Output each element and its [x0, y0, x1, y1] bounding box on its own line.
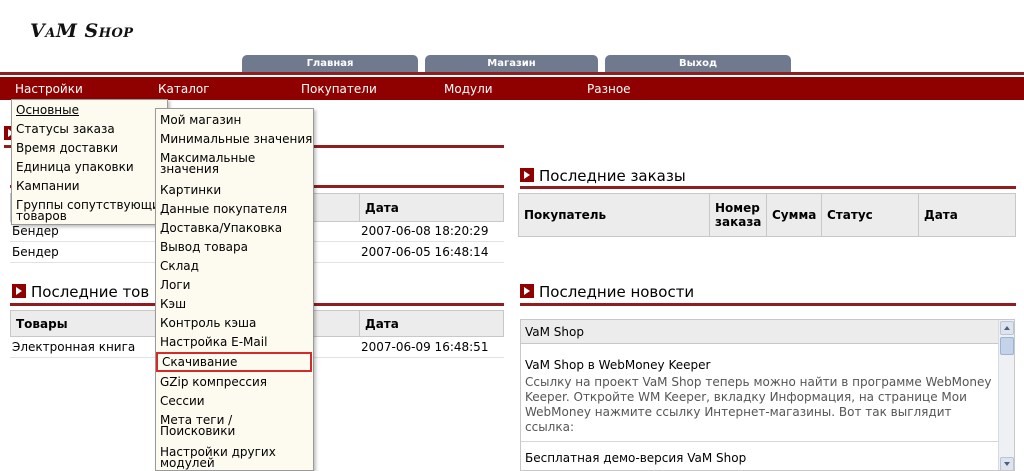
- orders-table-header: Покупатель Номер заказа Сумма Статус Дат…: [518, 193, 1016, 237]
- arrow-icon: [520, 284, 534, 298]
- news-item-text: Ссылку на проект VaM Shop теперь можно н…: [525, 375, 992, 434]
- catalog-dropdown: Мой магазин Минимальные значения Максима…: [155, 108, 314, 471]
- dropdown-item-downloads[interactable]: Скачивание: [156, 352, 312, 372]
- section-last-news: Последние новости: [520, 282, 694, 302]
- dropdown-item-my-shop[interactable]: Мой магазин: [156, 114, 241, 126]
- section-last-orders: Последние заказы: [520, 166, 686, 186]
- dropdown-item-customer-data[interactable]: Данные покупателя: [156, 203, 287, 215]
- tab-shop[interactable]: Магазин: [425, 55, 598, 72]
- dropdown-item-stock[interactable]: Склад: [156, 260, 199, 272]
- news-header: VaM Shop: [521, 320, 999, 344]
- dropdown-item-gzip[interactable]: GZip компрессия: [156, 376, 267, 388]
- dropdown-item-sessions[interactable]: Сессии: [156, 395, 205, 407]
- dropdown-item-cache-control[interactable]: Контроль кэша: [156, 317, 256, 329]
- scroll-up-icon[interactable]: [1000, 321, 1014, 335]
- news-scrollbar[interactable]: [998, 320, 1014, 470]
- tab-exit[interactable]: Выход: [605, 55, 791, 72]
- section-title-text: Последние заказы: [539, 167, 686, 185]
- dropdown-item-min-values[interactable]: Минимальные значения: [156, 133, 312, 145]
- section-title-text: Последние тов: [31, 283, 150, 301]
- dropdown-item-images[interactable]: Картинки: [156, 184, 221, 196]
- product-name: Электронная книга: [12, 340, 136, 354]
- dropdown-item-campaigns[interactable]: Кампании: [12, 180, 80, 192]
- arrow-icon: [12, 284, 26, 298]
- tab-home[interactable]: Главная: [242, 55, 418, 72]
- section-title-text: Последние новости: [539, 283, 695, 301]
- dropdown-item-basic[interactable]: Основные: [12, 104, 79, 116]
- dropdown-item-cache[interactable]: Кэш: [156, 298, 186, 310]
- dropdown-item-logs[interactable]: Логи: [156, 279, 190, 291]
- dropdown-item-delivery-time[interactable]: Время доставки: [12, 142, 118, 154]
- col-order-number: Номер заказа: [709, 194, 766, 236]
- col-buyer: Покупатель: [524, 208, 607, 222]
- menu-catalog[interactable]: Каталог: [158, 77, 210, 100]
- dropdown-item-related-groups[interactable]: Группы сопутствующих товаров: [12, 199, 167, 222]
- logo: VaM Shop: [30, 20, 134, 42]
- col-date: Дата: [359, 194, 503, 221]
- nav-divider: [0, 72, 1024, 75]
- main-menu: Настройки Каталог Покупатели Модули Разн…: [0, 77, 1024, 100]
- menu-settings[interactable]: Настройки: [15, 77, 83, 100]
- menu-modules[interactable]: Модули: [444, 77, 493, 100]
- customer-date: 2007-06-05 16:48:14: [361, 245, 489, 259]
- scroll-thumb[interactable]: [1000, 337, 1014, 355]
- dropdown-item-meta-tags[interactable]: Мета теги / Поисковики: [156, 414, 266, 437]
- dropdown-item-shipping[interactable]: Доставка/Упаковка: [156, 222, 282, 234]
- menu-misc[interactable]: Разное: [587, 77, 631, 100]
- dropdown-item-max-values[interactable]: Максимальные значения: [156, 152, 306, 175]
- dropdown-item-email-settings[interactable]: Настройка E-Mail: [156, 336, 267, 348]
- news-divider: [521, 441, 999, 442]
- dropdown-item-other-modules[interactable]: Настройки других модулей: [156, 446, 296, 469]
- col-date: Дата: [359, 311, 503, 336]
- section-last-products: Последние тов: [12, 282, 149, 302]
- arrow-icon: [520, 168, 534, 182]
- col-status: Статус: [821, 194, 918, 236]
- dropdown-item-order-statuses[interactable]: Статусы заказа: [12, 123, 115, 135]
- news-item-title[interactable]: Бесплатная демо-версия VaM Shop: [525, 451, 746, 465]
- customer-date: 2007-06-08 18:20:29: [361, 224, 489, 238]
- dropdown-item-product-listing[interactable]: Вывод товара: [156, 241, 248, 253]
- menu-customers[interactable]: Покупатели: [301, 77, 377, 100]
- customer-name: Бендер: [12, 245, 59, 259]
- section-rule: [520, 303, 1016, 306]
- section-rule: [520, 186, 1016, 189]
- col-date: Дата: [918, 194, 1015, 236]
- dropdown-item-packaging-unit[interactable]: Единица упаковки: [12, 161, 134, 173]
- col-sum: Сумма: [766, 194, 821, 236]
- news-box[interactable]: VaM Shop VaM Shop в WebMoney Keeper Ссыл…: [520, 319, 1015, 471]
- scroll-down-icon[interactable]: [1000, 457, 1014, 470]
- news-item-title[interactable]: VaM Shop в WebMoney Keeper: [525, 358, 710, 372]
- product-date: 2007-06-09 16:48:51: [361, 340, 489, 354]
- settings-dropdown: Основные Статусы заказа Время доставки Е…: [11, 99, 168, 225]
